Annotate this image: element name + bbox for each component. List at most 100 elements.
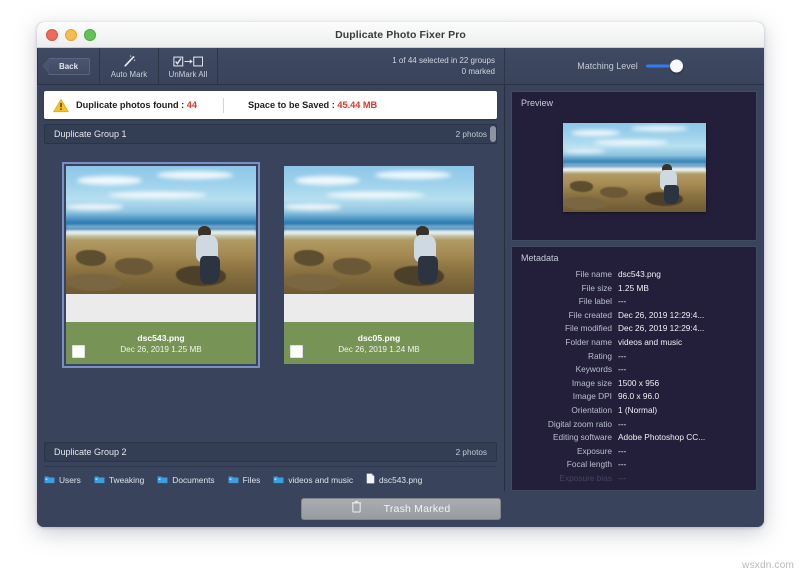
breadcrumb-item-documents[interactable]: Documents <box>157 471 215 489</box>
metadata-row: Orientation 1 (Normal) <box>516 404 747 418</box>
checkbox-to-empty-icon <box>173 54 203 69</box>
metadata-title: Metadata <box>521 253 559 263</box>
photo-file-meta: Dec 26, 2019 1.25 MB <box>120 344 202 354</box>
metadata-key: File label <box>578 296 612 307</box>
metadata-panel: Metadata File name dsc543.png File size 1.… <box>511 246 757 491</box>
back-button-label: Back <box>58 61 79 71</box>
metadata-row: File name dsc543.png <box>516 268 747 282</box>
person-silhouette <box>650 163 681 206</box>
minimize-button[interactable] <box>65 28 77 41</box>
metadata-value: 1500 x 956 <box>618 377 660 388</box>
group-count: 2 photos <box>455 447 487 457</box>
toolbar-status: 1 of 44 selected in 22 groups 0 marked <box>218 48 505 84</box>
list-scrollbar-thumb[interactable] <box>490 126 496 142</box>
metadata-key: Exposure <box>576 445 612 456</box>
beach-coastline-photo <box>66 166 256 294</box>
window-titlebar: Duplicate Photo Fixer Pro <box>37 22 764 48</box>
space-saved-text: Space to be Saved : 45.44 MB <box>248 100 377 110</box>
bottom-bar: Trash Marked <box>37 491 764 527</box>
metadata-row: File label --- <box>516 295 747 309</box>
metadata-row: Exposure --- <box>516 445 747 459</box>
photo-card-footer: dsc05.png Dec 26, 2019 1.24 MB <box>284 322 474 364</box>
auto-mark-button[interactable]: Auto Mark <box>100 48 159 84</box>
unmark-all-button[interactable]: UnMark All <box>159 48 218 84</box>
metadata-value: 96.0 x 96.0 <box>618 391 660 402</box>
breadcrumb-item-files[interactable]: Files <box>228 471 261 489</box>
photo-select-checkbox[interactable] <box>72 345 85 358</box>
metadata-value: Dec 26, 2019 12:29:4... <box>618 323 705 334</box>
person-silhouette <box>400 225 442 286</box>
summary-divider <box>222 97 224 113</box>
photo-file-name: dsc05.png <box>357 332 401 343</box>
zoom-button[interactable] <box>84 28 96 41</box>
metadata-value: 1 (Normal) <box>618 404 658 415</box>
group-title: Duplicate Group 1 <box>54 129 127 139</box>
metadata-row: File modified Dec 26, 2019 12:29:4... <box>516 322 747 336</box>
group-list[interactable]: Duplicate Group 1 2 photos dsc543.png De… <box>44 124 497 462</box>
matching-level-slider[interactable] <box>645 59 692 73</box>
breadcrumb-item-users[interactable]: Users <box>44 471 81 489</box>
breadcrumb-item-videos-and-music[interactable]: videos and music <box>273 471 353 489</box>
breadcrumb-item-file[interactable]: dsc543.png <box>366 471 422 489</box>
back-button[interactable]: Back <box>47 57 90 75</box>
main-body: Duplicate photos found : 44 Space to be … <box>37 85 764 491</box>
marked-status: 0 marked <box>461 67 495 76</box>
metadata-row: Rating --- <box>516 350 747 364</box>
duplicates-found-label: Duplicate photos found : <box>76 100 187 110</box>
metadata-key: Rating <box>588 350 612 361</box>
metadata-value: --- <box>618 418 627 429</box>
metadata-key: Image size <box>571 377 612 388</box>
metadata-row: Keywords --- <box>516 363 747 377</box>
matching-level-control: Matching Level <box>505 48 764 84</box>
metadata-value: --- <box>618 364 627 375</box>
metadata-row: Image size 1500 x 956 <box>516 377 747 391</box>
file-icon <box>366 471 375 489</box>
breadcrumb-label: videos and music <box>288 475 354 485</box>
close-button[interactable] <box>46 28 58 41</box>
metadata-key: File size <box>581 282 612 293</box>
preview-image-wrap <box>512 108 756 240</box>
metadata-key: Orientation <box>571 404 612 415</box>
duplicates-found-value: 44 <box>186 100 197 110</box>
metadata-key: Folder name <box>565 336 612 347</box>
metadata-value: --- <box>618 472 627 483</box>
preview-image[interactable] <box>562 122 706 212</box>
magic-wand-icon <box>122 54 137 69</box>
metadata-row: Focal length --- <box>516 458 747 472</box>
folder-icon <box>94 471 105 489</box>
metadata-row: Image DPI 96.0 x 96.0 <box>516 390 747 404</box>
space-saved-label: Space to be Saved : <box>247 100 338 110</box>
beach-coastline-photo <box>284 166 474 294</box>
folder-icon <box>157 471 168 489</box>
photo-card[interactable]: dsc543.png Dec 26, 2019 1.25 MB <box>62 162 260 368</box>
metadata-value: --- <box>618 350 627 361</box>
photo-thumbnail <box>66 166 256 294</box>
photo-thumbnail <box>284 166 474 294</box>
unmark-all-label: UnMark All <box>168 69 208 79</box>
photo-card-pad <box>284 294 474 322</box>
watermark: wsxdn.com <box>742 560 794 571</box>
app-window: Duplicate Photo Fixer Pro Back Auto Mark… <box>37 22 764 527</box>
back-cell: Back <box>37 48 100 84</box>
auto-mark-label: Auto Mark <box>110 69 148 79</box>
group-header-2[interactable]: Duplicate Group 2 2 photos <box>44 442 497 462</box>
metadata-rows: File name dsc543.png File size 1.25 MB Fil… <box>512 263 756 486</box>
photo-select-checkbox[interactable] <box>290 345 303 358</box>
breadcrumb-item-tweaking[interactable]: Tweaking <box>94 471 144 489</box>
metadata-value: videos and music <box>618 336 683 347</box>
summary-bar: Duplicate photos found : 44 Space to be … <box>44 91 497 119</box>
group-header-1[interactable]: Duplicate Group 1 2 photos <box>44 124 497 144</box>
breadcrumb-label: Documents <box>172 475 215 485</box>
metadata-key: Focal length <box>566 459 612 470</box>
slider-knob[interactable] <box>669 59 683 72</box>
trash-marked-button[interactable]: Trash Marked <box>300 498 501 520</box>
breadcrumb-label: Files <box>242 475 261 485</box>
folder-icon <box>228 471 239 489</box>
beach-coastline-photo <box>562 122 706 212</box>
photo-card[interactable]: dsc05.png Dec 26, 2019 1.24 MB <box>284 166 474 364</box>
space-saved-value: 45.44 MB <box>337 100 378 110</box>
preview-title: Preview <box>521 98 554 108</box>
selection-status: 1 of 44 selected in 22 groups <box>392 56 495 65</box>
group-count: 2 photos <box>455 129 487 139</box>
metadata-key: File modified <box>564 323 612 334</box>
